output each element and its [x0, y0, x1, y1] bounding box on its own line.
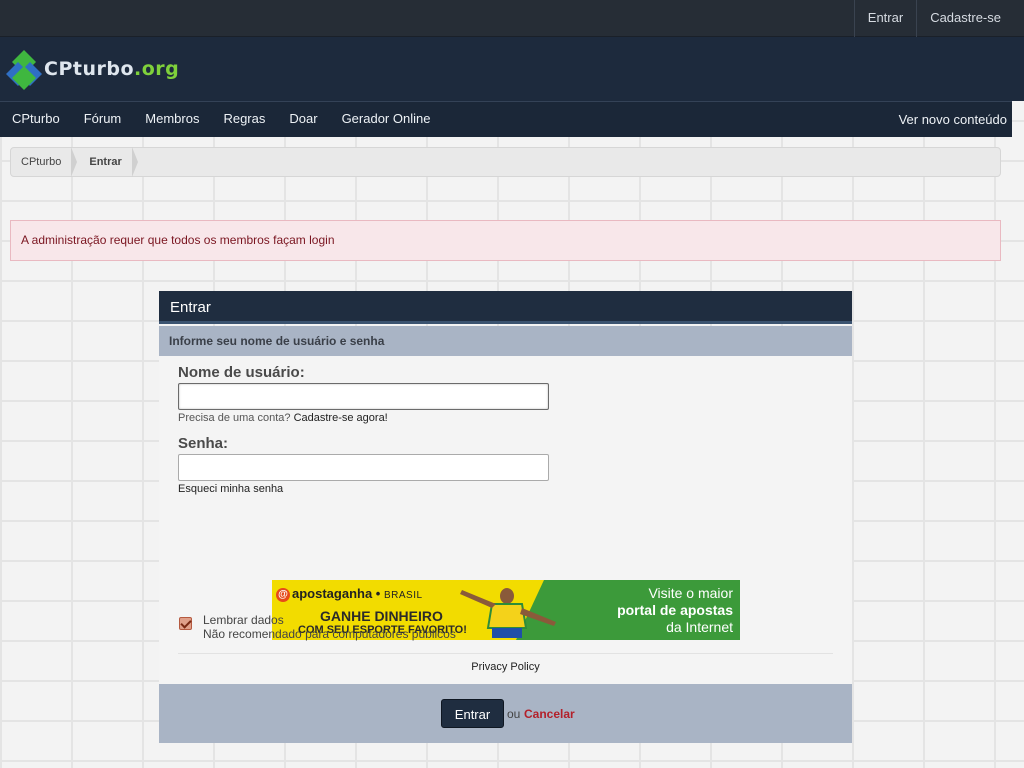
login-panel: Entrar Informe seu nome de usuário e sen… [159, 291, 852, 743]
nav-item-doar[interactable]: Doar [277, 102, 329, 138]
ad-right-line2: portal de apostas [617, 602, 733, 618]
logo-text: CPturbo.org [44, 58, 179, 80]
forgot-password-hint: Esqueci minha senha [178, 483, 283, 495]
form-divider [178, 653, 833, 654]
main-navigation: CPturbo Fórum Membros Regras Doar Gerado… [0, 101, 1012, 137]
remember-checkbox[interactable] [179, 617, 192, 630]
ad-at-icon: @ [276, 587, 290, 602]
username-field[interactable] [178, 383, 549, 410]
ad-logo: @ apostaganha • BRASIL [276, 586, 423, 602]
nav-item-regras[interactable]: Regras [211, 102, 277, 138]
ad-right-text: Visite o maior portal de apostas da Inte… [583, 585, 733, 636]
register-link[interactable]: Cadastre-se [916, 0, 1014, 37]
cancel-link[interactable]: Cancelar [524, 707, 575, 721]
view-new-content-link[interactable]: Ver novo conteúdo [894, 102, 1012, 138]
need-account-hint: Precisa de uma conta? Cadastre-se agora! [178, 412, 388, 424]
login-required-alert: A administração requer que todos os memb… [10, 220, 1001, 261]
site-logo[interactable]: CPturbo.org [6, 47, 179, 93]
breadcrumb-current: Entrar [77, 147, 139, 177]
breadcrumb-home[interactable]: CPturbo [11, 147, 78, 177]
login-panel-footer: Entrar ou Cancelar [159, 684, 852, 743]
remember-label: Lembrar dados [203, 613, 284, 627]
logo-text-domain: .org [134, 58, 180, 80]
ad-right-line3: da Internet [666, 619, 733, 635]
username-label: Nome de usuário: [178, 364, 305, 381]
ad-headline: GANHE DINHEIRO [320, 608, 443, 624]
login-submit-button[interactable]: Entrar [441, 699, 504, 728]
or-text: ou [507, 707, 521, 721]
nav-item-gerador-online[interactable]: Gerador Online [330, 102, 443, 138]
login-panel-title: Entrar [159, 291, 852, 324]
breadcrumb: CPturbo Entrar [10, 147, 1001, 177]
logo-diamond-icon [6, 50, 42, 90]
logo-text-main: CPturbo [44, 58, 135, 80]
password-field[interactable] [178, 454, 549, 481]
ad-brand: apostaganha [292, 586, 373, 601]
login-panel-subtitle: Informe seu nome de usuário e senha [159, 326, 852, 356]
ad-brand-suffix: BRASIL [383, 590, 423, 601]
privacy-policy-link[interactable]: Privacy Policy [159, 661, 852, 673]
top-bar: Entrar Cadastre-se [0, 0, 1024, 37]
nav-item-forum[interactable]: Fórum [72, 102, 134, 138]
football-player-icon [460, 588, 556, 638]
register-now-link[interactable]: Cadastre-se agora! [294, 412, 388, 424]
nav-item-membros[interactable]: Membros [133, 102, 211, 138]
nav-item-cpturbo[interactable]: CPturbo [0, 102, 72, 138]
site-header: CPturbo.org [0, 37, 1024, 101]
login-link[interactable]: Entrar [853, 0, 916, 37]
top-bar-links: Entrar Cadastre-se [853, 0, 1014, 37]
password-label: Senha: [178, 435, 229, 452]
remember-hint: Não recomendado para computadores públic… [203, 627, 456, 641]
forgot-password-link[interactable]: Esqueci minha senha [178, 483, 283, 495]
need-account-text: Precisa de uma conta? [178, 412, 291, 424]
ad-right-line1: Visite o maior [648, 585, 733, 601]
